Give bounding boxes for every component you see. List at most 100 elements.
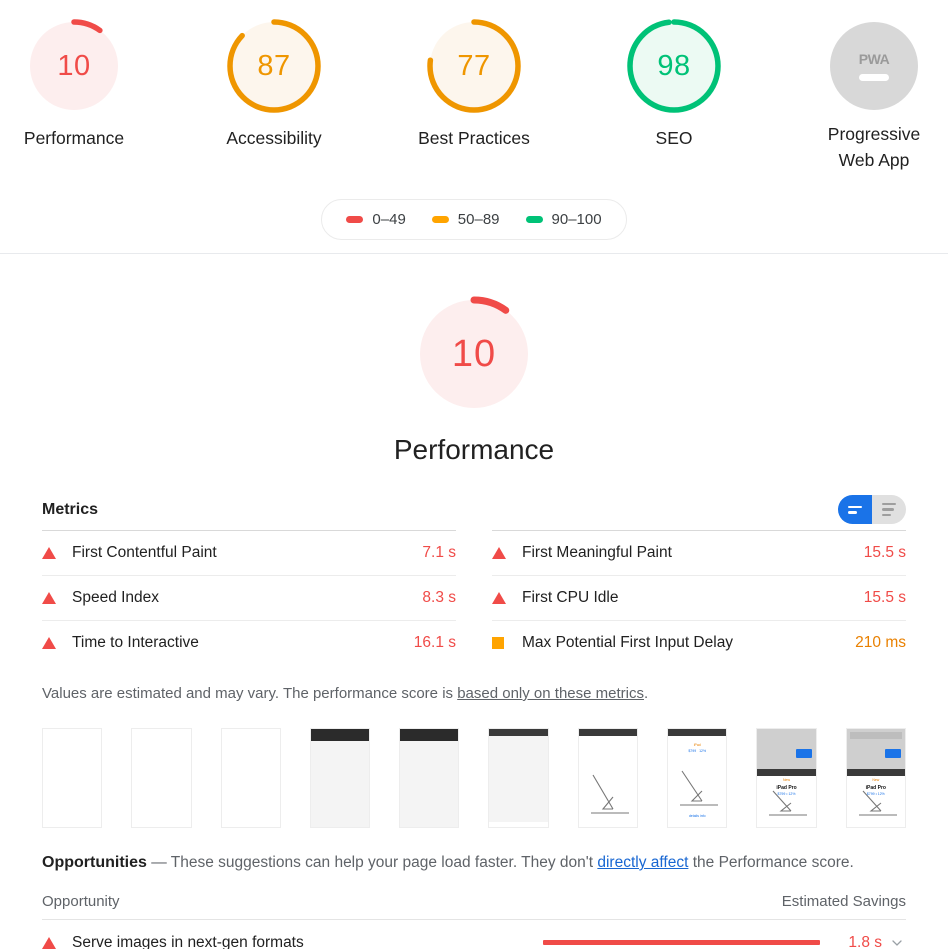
score-gauge-accessibility[interactable]: 87 Accessibility [200,18,348,151]
metric-row[interactable]: Speed Index 8.3 s [42,575,456,620]
disclaimer-text-before: Values are estimated and may vary. The p… [42,685,458,702]
metric-name: First Contentful Paint [72,544,217,561]
legend-pill-icon [525,216,543,223]
gauge-label: SEO [655,128,693,148]
opportunities-intro-after: the Performance score. [688,854,854,871]
fail-triangle-icon [492,547,510,559]
fail-triangle-icon [42,936,60,949]
metric-value: 15.5 s [863,544,906,561]
estimated-savings-column-header: Estimated Savings [781,893,906,910]
score-legend: 0–49 50–89 90–100 [321,199,627,240]
expanded-view-toggle[interactable] [872,495,906,524]
score-gauge-performance[interactable]: 10 Performance [0,18,148,151]
opportunities-intro: Opportunities — These suggestions can he… [42,854,906,872]
performance-gauge: 10 [416,296,532,412]
performance-title: Performance [393,434,555,465]
performance-header: 10 Performance [0,254,948,466]
opportunities-intro-link[interactable]: directly affect [597,854,688,871]
three-lines-icon [882,502,896,517]
filmstrip-frame [488,728,549,828]
metric-name: First Meaningful Paint [522,544,672,561]
opportunity-savings-bar [543,940,820,945]
lighthouse-report: 10 Performance 87 Accessibility 77 Best Pract… [0,0,948,949]
chevron-down-icon[interactable] [888,937,906,949]
score-gauge-progressive-web-app[interactable]: PWA Progressive Web App [800,18,948,173]
score-gauge-best-practices[interactable]: 77 Best Practices [400,18,548,151]
filmstrip-frame [42,728,103,828]
metric-name: First CPU Idle [522,589,619,606]
opportunity-name: Serve images in next-gen formats [72,933,304,949]
fail-triangle-icon [42,592,60,604]
fail-triangle-icon [492,592,510,604]
gauge-label: Progressive Web App [827,124,921,170]
score-gauges-row: 10 Performance 87 Accessibility 77 Best Pract… [0,18,948,173]
metrics-header: Metrics [42,495,906,530]
opportunities-dash: — [151,854,167,871]
gauge-ring: 10 [26,18,122,114]
fail-triangle-icon [42,637,60,649]
gauge-value: 98 [657,49,691,82]
metrics-disclaimer-link[interactable]: based only on these metrics [457,685,644,702]
gauge-ring: 98 [626,18,722,114]
legend-item: 0–49 [346,211,406,228]
gauge-ring: 77 [426,18,522,114]
metric-value: 7.1 s [422,544,456,561]
metric-value: 8.3 s [422,589,456,606]
metrics-left-column: First Contentful Paint 7.1 s Speed Index 8.… [42,530,456,665]
filmstrip-frame [131,728,192,828]
legend-row: 0–49 50–89 90–100 [0,199,948,240]
legend-pill-icon [346,216,364,223]
opportunity-column-header: Opportunity [42,893,120,910]
filmstrip-frame: New iPad Pro $799 • 12% [756,728,817,828]
pwa-badge: PWA [830,22,918,110]
fail-triangle-icon [42,592,56,604]
screenshot-filmstrip: iPad $799 12% details info New iPad Pro $799 … [42,728,906,828]
metric-row[interactable]: First Contentful Paint 7.1 s [42,530,456,575]
simple-view-toggle[interactable] [838,495,872,524]
filmstrip-frame [399,728,460,828]
gauge-value: 77 [457,49,491,82]
average-square-icon [492,637,504,649]
pwa-badge-text: PWA [858,51,890,67]
metric-value: 16.1 s [413,634,456,651]
metrics-disclaimer: Values are estimated and may vary. The p… [42,685,906,702]
legend-label: 90–100 [551,211,602,228]
metric-row[interactable]: First Meaningful Paint 15.5 s [492,530,906,575]
metric-row[interactable]: Time to Interactive 16.1 s [42,620,456,665]
filmstrip-frame: New iPad Pro $799 • 12% [845,728,906,828]
metric-name: Speed Index [72,589,160,606]
gauge-value: 87 [257,49,291,82]
legend-label: 0–49 [372,211,406,228]
gauge-ring: 87 [226,18,322,114]
metric-row[interactable]: First CPU Idle 15.5 s [492,575,906,620]
filmstrip-frame: iPad $799 12% details info [667,728,728,828]
metric-name: Max Potential First Input Delay [522,634,734,651]
filmstrip-frame [220,728,281,828]
metrics-heading: Metrics [42,500,99,518]
opportunity-savings-value: 1.8 s [848,933,882,949]
fail-triangle-icon [42,637,56,649]
report-content: Metrics First Contentful Paint 7.1 s Spe… [0,495,948,949]
gauge-label: Accessibility [226,128,322,148]
gauge-label: Performance [23,128,125,148]
fail-triangle-icon [492,547,506,559]
fail-triangle-icon [42,936,56,949]
metric-value: 210 ms [855,634,906,651]
filmstrip-frame [577,728,639,828]
filmstrip-frame [309,728,371,828]
metrics-view-toggle[interactable] [838,495,906,524]
pwa-dash-icon [859,74,889,81]
metric-row[interactable]: Max Potential First Input Delay 210 ms [492,620,906,665]
metric-value: 15.5 s [863,589,906,606]
average-square-icon [492,637,510,649]
gauge-label: Best Practices [418,128,530,148]
opportunities-intro-before: These suggestions can help your page loa… [170,854,598,871]
opportunities-table-header: Opportunity Estimated Savings [42,893,906,920]
legend-item: 90–100 [525,211,602,228]
score-gauges-section: 10 Performance 87 Accessibility 77 Best Pract… [0,0,948,254]
fail-triangle-icon [42,547,56,559]
metric-name: Time to Interactive [72,634,199,651]
opportunity-row[interactable]: Serve images in next-gen formats 1.8 s [42,920,906,949]
disclaimer-text-after: . [643,685,649,702]
score-gauge-seo[interactable]: 98 SEO [600,18,748,151]
